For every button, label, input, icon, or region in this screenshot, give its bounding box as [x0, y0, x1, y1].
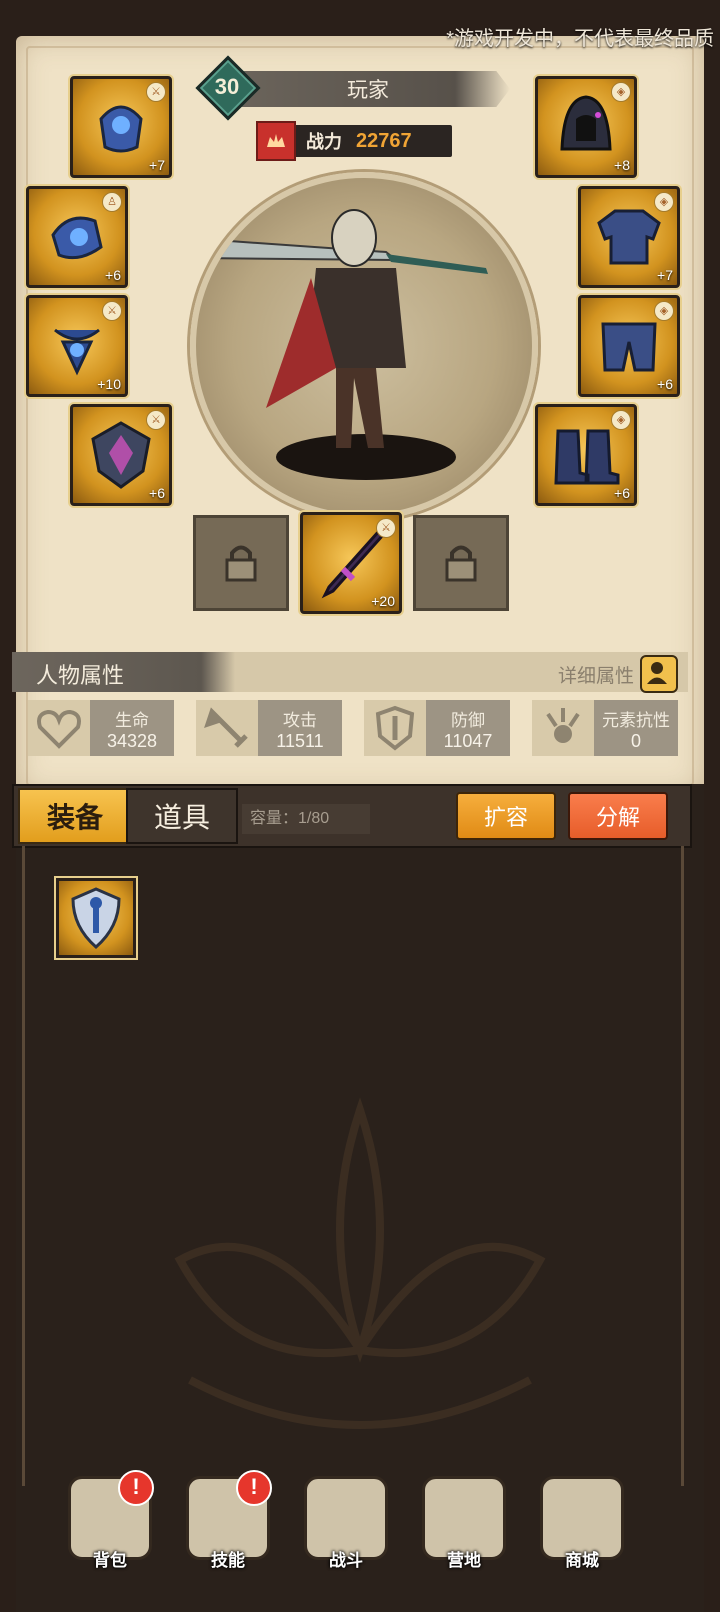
- slot-type-icon: ♙: [102, 192, 122, 212]
- inventory-capacity: 容量：1/80: [242, 804, 370, 834]
- element-icon: [546, 708, 580, 743]
- enhance-level: +8: [614, 157, 630, 173]
- attributes-header: 人物属性 详细属性: [12, 652, 688, 693]
- lock-icon: [445, 545, 477, 582]
- stat-attack: 攻击 11511: [196, 700, 342, 756]
- nav-battle[interactable]: 战斗: [296, 1476, 396, 1596]
- inventory-item-shield[interactable]: [56, 878, 136, 958]
- nav-backpack[interactable]: ! 背包: [60, 1470, 160, 1596]
- nav-skills[interactable]: ! 技能: [178, 1470, 278, 1596]
- enhance-level: +6: [105, 267, 121, 283]
- stat-hp: 生命 34328: [28, 700, 174, 756]
- detail-attributes-button[interactable]: [640, 655, 678, 693]
- slot-type-icon: ◈: [611, 82, 631, 102]
- equip-slot-hood[interactable]: ◈ +8: [535, 76, 637, 178]
- slot-type-icon: ⚔: [146, 410, 166, 430]
- equip-slot-weapon[interactable]: ⚔ +20: [300, 512, 402, 614]
- player-level: 30: [214, 74, 240, 99]
- person-icon: [647, 662, 667, 684]
- nav-camp[interactable]: 营地: [414, 1476, 514, 1596]
- stat-defense: 防御 11047: [364, 700, 510, 756]
- combat-power: 战力 22767: [256, 121, 452, 161]
- power-value: 22767: [356, 129, 412, 152]
- enhance-level: +7: [149, 157, 165, 173]
- locked-slot-right[interactable]: [413, 515, 509, 611]
- disassemble-button[interactable]: 分解: [568, 792, 668, 840]
- sword-icon: [204, 707, 248, 748]
- shield-item-icon: [71, 887, 121, 949]
- power-label: 战力: [306, 132, 342, 152]
- equip-slot-boots[interactable]: ◈ +6: [535, 404, 637, 506]
- nav-shop[interactable]: 商城: [532, 1476, 632, 1596]
- slot-type-icon: ◈: [654, 301, 674, 321]
- equip-slot-pants[interactable]: ◈ +6: [578, 295, 680, 397]
- slot-type-icon: ⚔: [102, 301, 122, 321]
- equip-slot-chest[interactable]: ◈ +7: [578, 186, 680, 288]
- expand-button[interactable]: 扩容: [456, 792, 556, 840]
- tab-equipment[interactable]: 装备: [18, 788, 132, 844]
- enhance-level: +6: [149, 485, 165, 501]
- slot-type-icon: ◈: [654, 192, 674, 212]
- character-portrait[interactable]: [190, 172, 538, 520]
- detail-attributes-link[interactable]: 详细属性: [558, 661, 634, 688]
- slot-type-icon: ⚔: [146, 82, 166, 102]
- enhance-level: +6: [614, 485, 630, 501]
- locked-slot-left[interactable]: [193, 515, 289, 611]
- equip-slot-shield[interactable]: ⚔ +6: [70, 404, 172, 506]
- alert-icon: !: [236, 1470, 272, 1506]
- power-icon: [256, 121, 296, 161]
- equip-slot-gauntlet[interactable]: ♙ +6: [26, 186, 128, 288]
- alert-icon: !: [118, 1470, 154, 1506]
- slot-type-icon: ◈: [611, 410, 631, 430]
- attributes-title: 人物属性: [36, 663, 125, 688]
- stat-elemental-resist: 元素抗性 0: [532, 700, 678, 756]
- player-name-banner: 玩家: [236, 71, 510, 107]
- dev-watermark: *游戏开发中，不代表最终品质: [446, 28, 714, 50]
- heart-icon: [37, 709, 81, 749]
- tab-items[interactable]: 道具: [126, 788, 238, 844]
- player-name: 玩家: [347, 79, 389, 102]
- equip-slot-helmet[interactable]: ⚔ +7: [70, 76, 172, 178]
- enhance-level: +6: [657, 376, 673, 392]
- slot-type-icon: ⚔: [376, 518, 396, 538]
- lotus-emblem: [174, 1097, 546, 1429]
- enhance-level: +10: [97, 376, 121, 392]
- enhance-level: +20: [371, 593, 395, 609]
- shield-icon: [375, 705, 415, 751]
- enhance-level: +7: [657, 267, 673, 283]
- level-badge: 30: [195, 55, 261, 121]
- equip-slot-amulet[interactable]: ⚔ +10: [26, 295, 128, 397]
- lock-icon: [225, 545, 257, 582]
